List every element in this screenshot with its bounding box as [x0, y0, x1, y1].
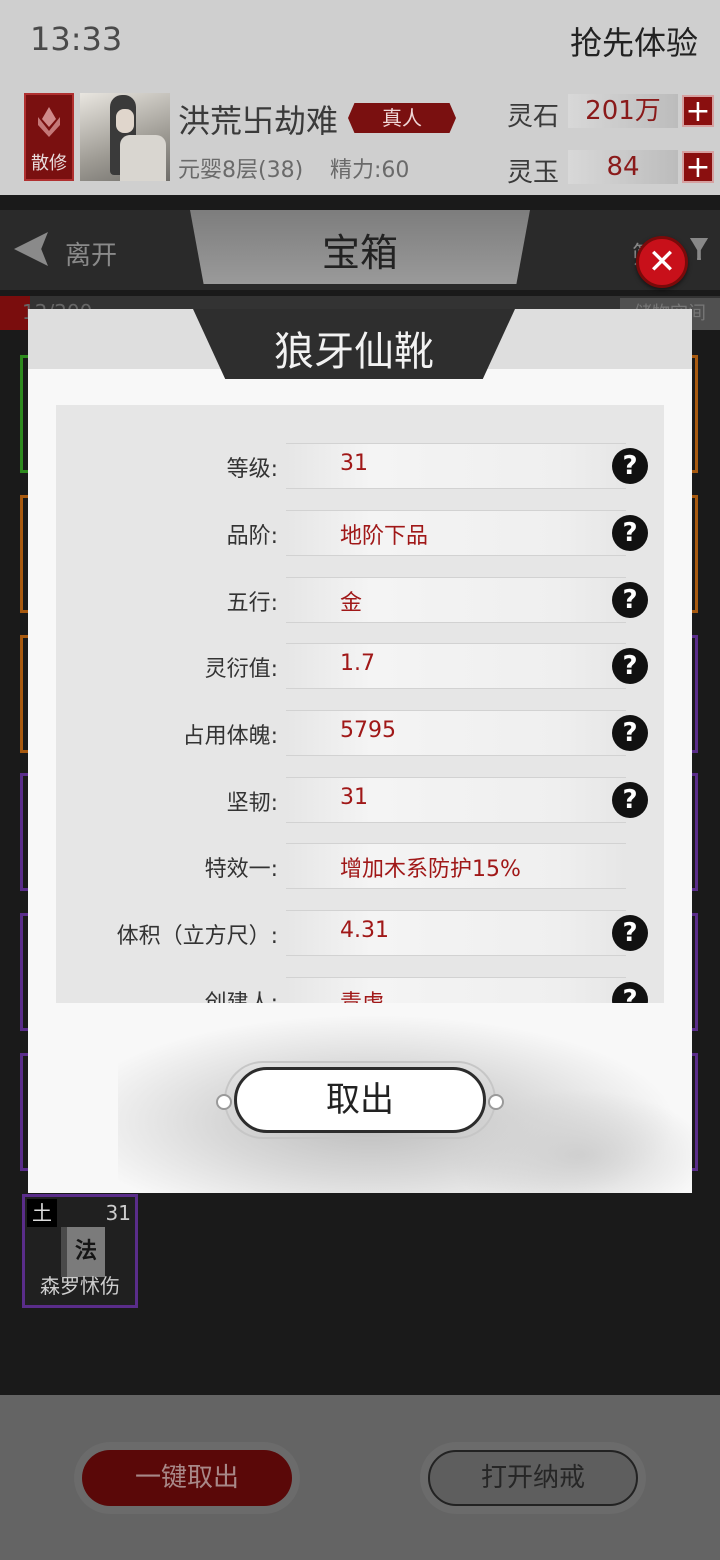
attribute-label: 灵衍值: [204, 657, 278, 682]
close-icon[interactable]: ✕ [636, 236, 688, 288]
attribute-value: 4.31 [340, 918, 389, 943]
attribute-value: 金 [340, 591, 363, 616]
attribute-row: 灵衍值: 1.7 ? [56, 643, 664, 693]
attribute-label: 品阶: [226, 524, 278, 549]
attribute-row: 品阶: 地阶下品 ? [56, 510, 664, 560]
help-icon[interactable]: ? [612, 648, 648, 684]
role-card[interactable]: 散修 [24, 93, 74, 181]
rank-badge: 真人 [348, 103, 456, 133]
attribute-value: 增加木系防护15% [340, 857, 521, 882]
item-level: 31 [105, 1201, 131, 1225]
item-detail-dialog: 狼牙仙靴 等级: 31 ? 品阶: 地阶下品 ? 五行: 金 ? 灵衍值: 1.… [28, 309, 692, 1193]
player-name: 洪荒卐劫难 [178, 102, 339, 140]
add-spirit-stone-button[interactable]: + [682, 95, 714, 127]
dialog-title: 狼牙仙靴 [274, 329, 434, 375]
avatar[interactable] [80, 93, 170, 181]
attribute-label: 等级: [226, 457, 278, 482]
help-icon[interactable]: ? [612, 915, 648, 951]
attribute-row: 五行: 金 ? [56, 577, 664, 627]
back-button[interactable]: 离开 [65, 235, 117, 272]
lotus-emblem-icon [38, 107, 60, 137]
attribute-label: 占用体魄: [182, 724, 278, 749]
attribute-row: 体积（立方尺）: 4.31 ? [56, 910, 664, 960]
attribute-value: 31 [340, 451, 368, 476]
role-label: 散修 [31, 153, 67, 174]
status-time: 13:33 [30, 20, 123, 58]
help-icon[interactable]: ? [612, 782, 648, 818]
spirit-stone-label: 灵石 [507, 102, 560, 132]
attribute-value: 地阶下品 [340, 524, 429, 549]
attribute-row: 等级: 31 ? [56, 443, 664, 493]
attribute-row: 创建人: 青虎 ? [56, 977, 664, 1003]
attribute-list[interactable]: 等级: 31 ? 品阶: 地阶下品 ? 五行: 金 ? 灵衍值: 1.7 ? 占… [56, 405, 664, 1003]
add-spirit-jade-button[interactable]: + [682, 151, 714, 183]
player-energy: 精力:60 [330, 158, 410, 183]
early-access-label[interactable]: 抢先体验 [570, 18, 698, 64]
button-knob-left [216, 1094, 232, 1110]
attribute-value: 5795 [340, 718, 396, 743]
attribute-label: 创建人: [56, 985, 278, 1003]
help-icon[interactable]: ? [612, 582, 648, 618]
attribute-label: 特效一: [204, 857, 278, 882]
attribute-row: 特效一: 增加木系防护15% [56, 843, 664, 893]
attribute-row: 坚韧: 31 ? [56, 777, 664, 827]
attribute-row: 占用体魄: 5795 ? [56, 710, 664, 760]
item-name: 森罗怵伤 [40, 1274, 120, 1298]
open-ring-button[interactable]: 打开纳戒 [428, 1450, 638, 1506]
take-out-button[interactable]: 取出 [234, 1067, 486, 1133]
spirit-jade-label: 灵玉 [507, 158, 560, 188]
help-icon[interactable]: ? [612, 448, 648, 484]
status-bar: 13:33 抢先体验 [0, 0, 720, 80]
attribute-label: 坚韧: [226, 791, 278, 816]
help-icon[interactable]: ? [612, 515, 648, 551]
attribute-value: 青虎 [340, 985, 384, 1003]
attribute-label: 体积（立方尺）: [116, 924, 278, 949]
inventory-item[interactable]: 土 31 法 森罗怵伤 [22, 1194, 138, 1308]
button-knob-right [488, 1094, 504, 1110]
attribute-label: 五行: [226, 591, 278, 616]
player-level: 元婴8层(38) [178, 158, 304, 183]
page-title: 宝箱 [321, 231, 398, 275]
item-element: 土 [27, 1199, 57, 1227]
attribute-value: 31 [340, 785, 368, 810]
take-all-button[interactable]: 一键取出 [82, 1450, 292, 1506]
spirit-jade-value: 84 [568, 150, 678, 184]
help-icon[interactable]: ? [612, 715, 648, 751]
spirit-stone-value: 201万 [568, 94, 678, 128]
attribute-value: 1.7 [340, 651, 375, 676]
